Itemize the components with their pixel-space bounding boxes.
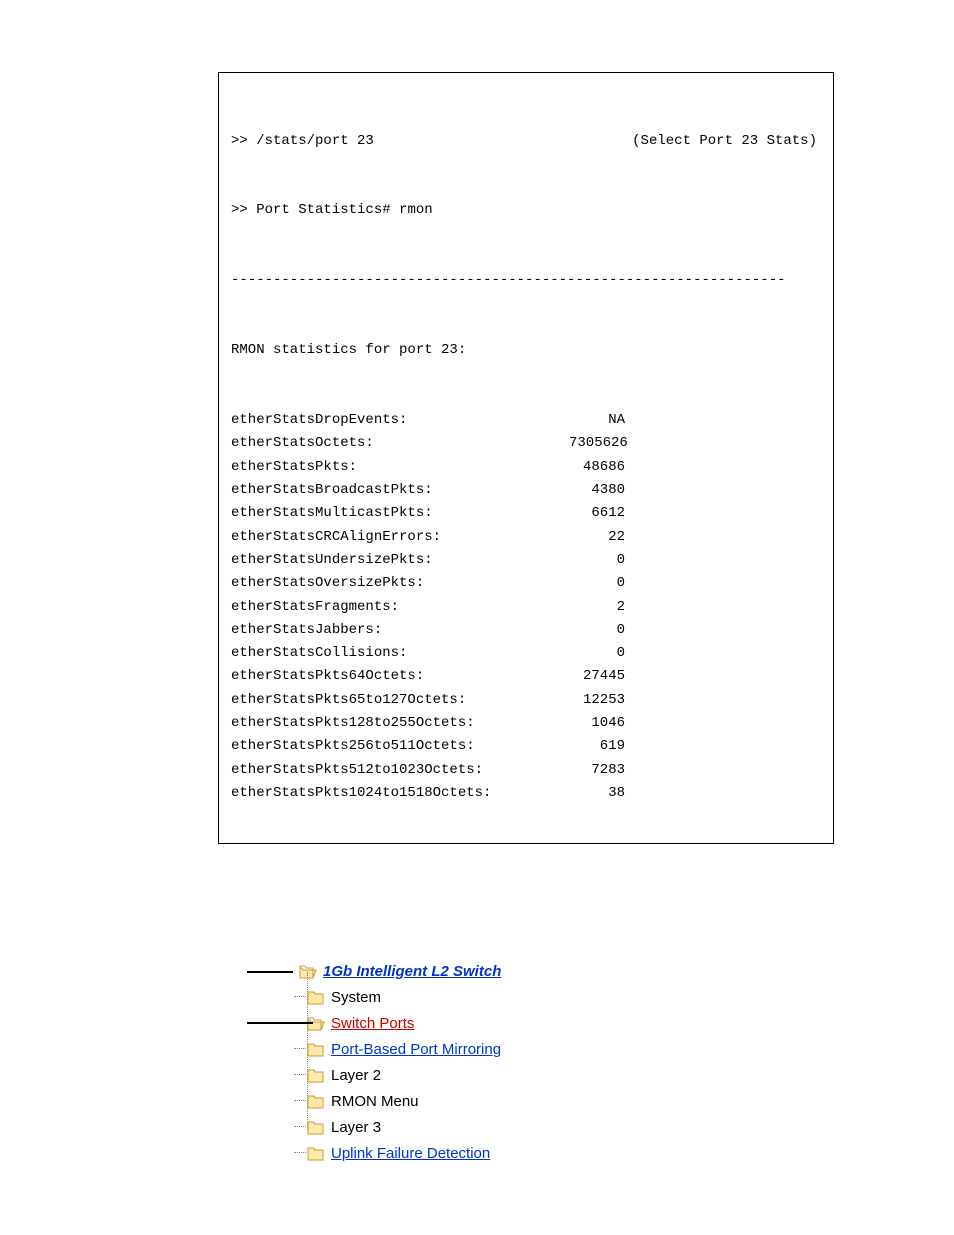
tree-item: RMON Menu [307, 1089, 954, 1115]
tree-connector-dot [294, 1074, 306, 1075]
stat-row: etherStatsCRCAlignErrors:22 [231, 526, 817, 549]
folder-closed-icon [307, 1095, 325, 1109]
stat-value: 38 [569, 782, 625, 805]
folder-closed-icon [307, 1147, 325, 1161]
stat-value: 0 [569, 642, 625, 665]
stat-value: 619 [569, 735, 625, 758]
stat-row: etherStatsPkts64Octets:27445 [231, 665, 817, 688]
prompt: >> [231, 202, 256, 218]
stat-label: etherStatsPkts256to511Octets: [231, 735, 569, 758]
stat-row: etherStatsPkts128to255Octets:1046 [231, 712, 817, 735]
tree-connector-dot [294, 1100, 306, 1101]
stat-label: etherStatsPkts128to255Octets: [231, 712, 569, 735]
command-1-note: (Select Port 23 Stats) [632, 130, 817, 153]
tree-item-label[interactable]: Switch Ports [331, 1015, 414, 1032]
tree-root-item[interactable]: 1Gb Intelligent L2 Switch [247, 959, 954, 985]
stat-row: etherStatsPkts1024to1518Octets:38 [231, 782, 817, 805]
stat-row: etherStatsBroadcastPkts:4380 [231, 479, 817, 502]
stat-label: etherStatsOctets: [231, 432, 569, 455]
stat-label: etherStatsPkts1024to1518Octets: [231, 782, 569, 805]
tree-item-label[interactable]: Port-Based Port Mirroring [331, 1041, 501, 1058]
tree-item: System [307, 985, 954, 1011]
stat-row: etherStatsJabbers:0 [231, 619, 817, 642]
stat-row: etherStatsPkts512to1023Octets:7283 [231, 759, 817, 782]
stat-value: 4380 [569, 479, 625, 502]
tree-item-label[interactable]: Uplink Failure Detection [331, 1145, 490, 1162]
stat-value: 0 [569, 549, 625, 572]
command-1: /stats/port 23 [256, 133, 374, 149]
tree-root-label[interactable]: 1Gb Intelligent L2 Switch [323, 963, 501, 980]
tree-item-label: Layer 3 [331, 1119, 381, 1136]
stat-label: etherStatsOversizePkts: [231, 572, 569, 595]
stat-label: etherStatsPkts65to127Octets: [231, 689, 569, 712]
prompt: >> [231, 133, 256, 149]
folder-closed-icon [307, 1069, 325, 1083]
folder-closed-icon [307, 991, 325, 1005]
stat-value: 6612 [569, 502, 625, 525]
stat-label: etherStatsJabbers: [231, 619, 569, 642]
tree-item[interactable]: Port-Based Port Mirroring [307, 1037, 954, 1063]
stat-row: etherStatsPkts256to511Octets:619 [231, 735, 817, 758]
folder-closed-icon [307, 1121, 325, 1135]
navigation-tree: 1Gb Intelligent L2 Switch System Switch P… [247, 959, 954, 1167]
divider: ----------------------------------------… [231, 269, 817, 292]
stat-label: etherStatsDropEvents: [231, 409, 569, 432]
stat-value: 0 [569, 572, 625, 595]
tree-item-label: RMON Menu [331, 1093, 419, 1110]
stat-value: 27445 [569, 665, 625, 688]
folder-closed-icon [307, 1043, 325, 1057]
stat-label: etherStatsUndersizePkts: [231, 549, 569, 572]
stat-label: etherStatsMulticastPkts: [231, 502, 569, 525]
tree-item-label: System [331, 989, 381, 1006]
tree-item: Layer 3 [307, 1115, 954, 1141]
tree-item: Layer 2 [307, 1063, 954, 1089]
stat-row: etherStatsOversizePkts:0 [231, 572, 817, 595]
stat-row: etherStatsPkts65to127Octets:12253 [231, 689, 817, 712]
stat-row: etherStatsOctets:7305626 [231, 432, 817, 455]
tree-connector-dot [294, 1126, 306, 1127]
stat-row: etherStatsUndersizePkts:0 [231, 549, 817, 572]
stat-label: etherStatsPkts: [231, 456, 569, 479]
stat-value: 7305626 [569, 432, 625, 455]
stat-value: NA [569, 409, 625, 432]
tree-connector [247, 1022, 313, 1024]
stat-label: etherStatsPkts512to1023Octets: [231, 759, 569, 782]
stat-row: etherStatsPkts:48686 [231, 456, 817, 479]
stat-value: 22 [569, 526, 625, 549]
stat-label: etherStatsFragments: [231, 596, 569, 619]
stat-value: 2 [569, 596, 625, 619]
stat-value: 7283 [569, 759, 625, 782]
stat-value: 12253 [569, 689, 625, 712]
stat-row: etherStatsMulticastPkts:6612 [231, 502, 817, 525]
stat-label: etherStatsBroadcastPkts: [231, 479, 569, 502]
tree-connector-dot [294, 1152, 306, 1153]
stat-row: etherStatsFragments:2 [231, 596, 817, 619]
stat-label: etherStatsCRCAlignErrors: [231, 526, 569, 549]
tree-item[interactable]: Uplink Failure Detection [307, 1141, 954, 1167]
stat-value: 0 [569, 619, 625, 642]
stats-header: RMON statistics for port 23: [231, 339, 817, 362]
tree-item[interactable]: Switch Ports [307, 1011, 954, 1037]
folder-open-icon [307, 1017, 325, 1031]
stat-row: etherStatsCollisions:0 [231, 642, 817, 665]
stat-label: etherStatsCollisions: [231, 642, 569, 665]
stat-row: etherStatsDropEvents:NA [231, 409, 817, 432]
tree-connector [247, 971, 293, 973]
stat-value: 1046 [569, 712, 625, 735]
tree-connector-dot [294, 1048, 306, 1049]
stat-value: 48686 [569, 456, 625, 479]
stat-label: etherStatsPkts64Octets: [231, 665, 569, 688]
tree-connector-dot [294, 996, 306, 997]
command-2: Port Statistics# rmon [256, 202, 432, 218]
tree-item-label: Layer 2 [331, 1067, 381, 1084]
terminal-output: >> /stats/port 23 (Select Port 23 Stats)… [218, 72, 834, 844]
